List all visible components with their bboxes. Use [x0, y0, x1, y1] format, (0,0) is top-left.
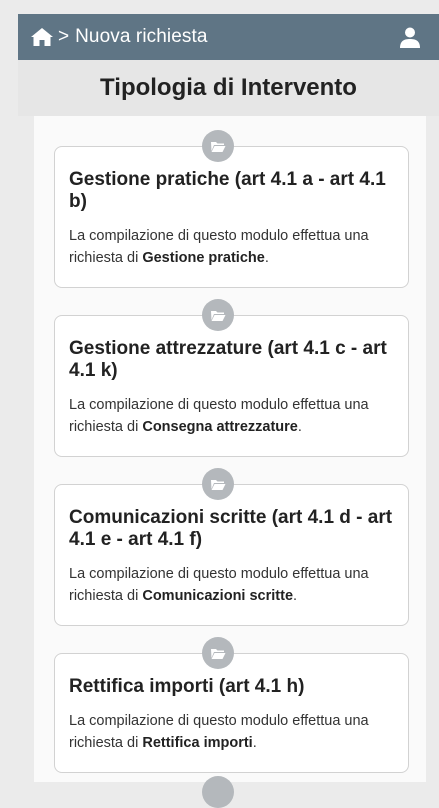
card-gestione-attrezzature[interactable]: Gestione attrezzature (art 4.1 c - art 4…	[54, 315, 409, 457]
card-gestione-pratiche[interactable]: Gestione pratiche (art 4.1 a - art 4.1 b…	[54, 146, 409, 288]
card-comunicazioni-scritte[interactable]: Comunicazioni scritte (art 4.1 d - art 4…	[54, 484, 409, 626]
folder-icon	[202, 637, 234, 669]
breadcrumb-separator: >	[58, 26, 70, 47]
card-title: Rettifica importi (art 4.1 h)	[69, 676, 305, 697]
folder-icon	[202, 299, 234, 331]
card-title: Comunicazioni scritte (art 4.1 d - art 4…	[69, 507, 393, 550]
page-title: Tipologia di Intervento	[100, 74, 357, 101]
user-icon[interactable]	[399, 26, 421, 48]
card-description: La compilazione di questo modulo effettu…	[69, 228, 369, 266]
breadcrumb-current: Nuova richiesta	[75, 26, 208, 47]
card-rettifica-importi[interactable]: Rettifica importi (art 4.1 h) La compila…	[54, 653, 409, 773]
folder-icon	[202, 130, 234, 162]
page-title-bar: Tipologia di Intervento	[18, 60, 439, 116]
folder-icon	[202, 468, 234, 500]
home-icon[interactable]	[30, 26, 54, 48]
card-description: La compilazione di questo modulo effettu…	[69, 566, 369, 604]
top-navigation-bar: > Nuova richiesta	[18, 14, 439, 60]
card-title: Gestione pratiche (art 4.1 a - art 4.1 b…	[69, 169, 386, 212]
card-description: La compilazione di questo modulo effettu…	[69, 713, 369, 751]
card-title: Gestione attrezzature (art 4.1 c - art 4…	[69, 338, 387, 381]
card-description: La compilazione di questo modulo effettu…	[69, 397, 369, 435]
folder-icon	[202, 776, 234, 808]
